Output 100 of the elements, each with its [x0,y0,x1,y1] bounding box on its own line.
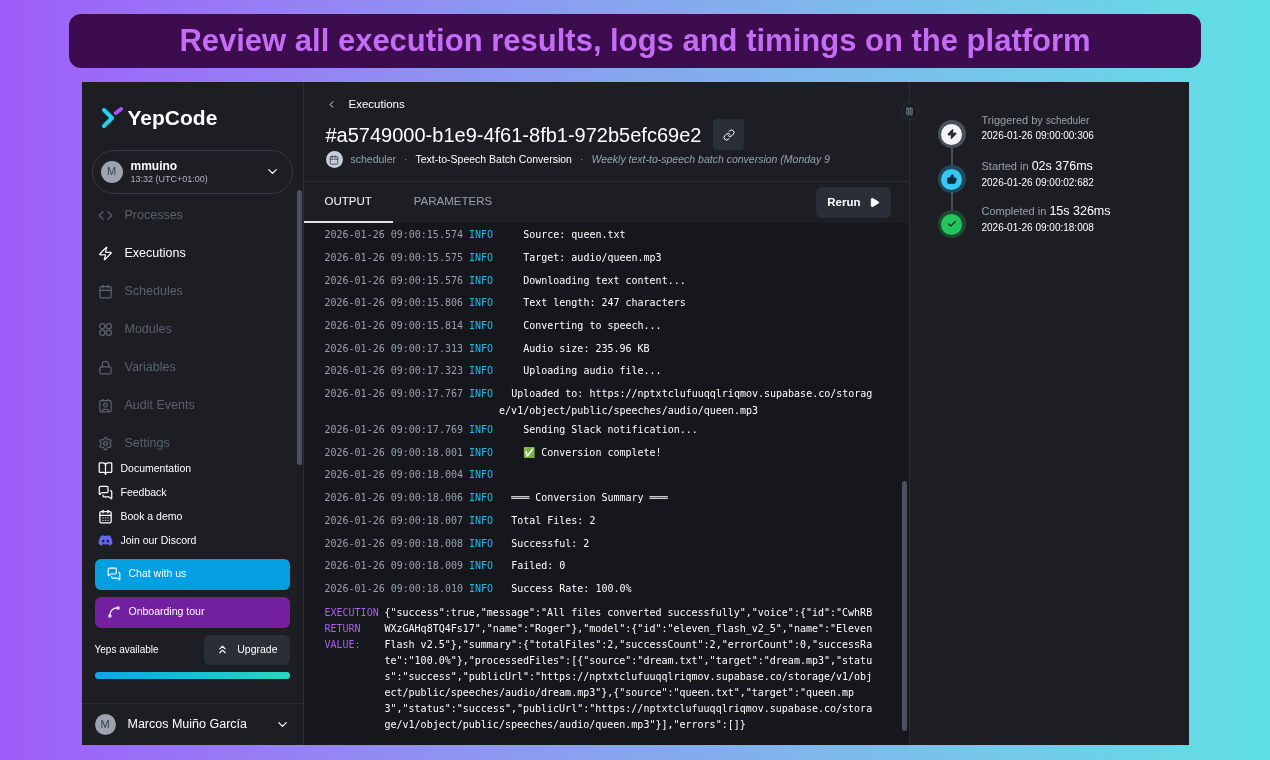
log-message: Converting to speech... [522,319,663,333]
process-name: Text-to-Speech Batch Conversion [415,151,572,167]
log-level: INFO [469,536,494,551]
user-name: Marcos Muiño García [127,716,248,734]
log-message: ✅ Conversion complete! [522,445,663,460]
rerun-button[interactable]: Rerun [816,187,891,219]
step-timestamp: 2026-01-26 09:00:02:682 [981,176,1094,190]
lightning-icon [97,246,113,262]
log-level: INFO [469,559,494,574]
calendar-icon [97,509,113,525]
log-timestamp: 2026-01-26 09:00:18.001 [324,445,463,460]
log-level: INFO [469,341,494,356]
upgrade-button[interactable]: Upgrade [204,634,290,665]
log-message: Target: audio/queen.mp3 [522,250,663,265]
link-icon [722,128,735,141]
log-timestamp: 2026-01-26 09:00:18.009 [324,559,463,574]
chat-bubbles-icon [106,567,121,582]
play-icon [868,197,880,209]
log-timestamp: 2026-01-26 09:00:15.814 [324,319,463,333]
back-link[interactable]: Executions [325,96,887,114]
tab[interactable]: PARAMETERS [392,182,514,224]
log-level: INFO [469,581,494,596]
log-message: Text length: 247 characters [522,296,687,311]
check-icon [946,219,957,229]
log-timestamp: 2026-01-26 09:00:18.004 [324,468,463,483]
log-message: Source: queen.txt [522,228,627,243]
help-link[interactable]: Feedback [97,483,303,502]
log-level: INFO [469,468,494,483]
help-link[interactable]: Book a demo [97,507,303,526]
log-level: INFO [469,513,494,528]
log-level: INFO [469,364,494,379]
avatar: M [100,160,123,183]
step-title: Triggered by scheduler [981,114,1091,128]
separator-dot: · [404,151,408,167]
thumbs-up-icon [946,174,957,184]
book-icon [97,461,113,477]
chat-bubbles-icon [97,485,113,501]
log-timestamp: 2026-01-26 09:00:18.006 [324,491,463,506]
return-value-label: EXECUTION RETURN VALUE: [324,605,380,652]
settings-icon [97,436,113,452]
log-timestamp: 2026-01-26 09:00:17.767 [324,387,463,402]
log-message: Audio size: 235.96 KB [522,341,651,356]
log-timestamp: 2026-01-26 09:00:18.007 [324,513,463,528]
banner-title: Review all execution results, logs and timings on the platform [179,21,1091,60]
calendar-icon [97,284,113,300]
onboarding-tour-button[interactable]: Onboarding tour [94,596,290,628]
log-level: INFO [469,250,494,265]
log-timestamp: 2026-01-26 09:00:17.313 [324,341,463,356]
resize-handle[interactable] [900,102,919,120]
trigger-label: scheduler [350,151,397,167]
log-timestamp: 2026-01-26 09:00:17.769 [324,423,463,438]
log-message: Successful: 2 [510,536,591,551]
step-title: Started in 02s 376ms [981,159,1094,175]
log-message: Uploaded to: https://nptxtclufuuqqlriqmov.supabase.co/storage/v1/object/public/speeches/audio/queen.mp3 [499,387,874,419]
help-link[interactable]: Join our Discord [97,531,303,550]
execution-id: #a5749000-b1e9-4f61-8fb1-972b5efc69e2 [325,122,702,148]
scheduler-icon [325,151,343,169]
log-level: INFO [469,296,494,311]
log-timestamp: 2026-01-26 09:00:18.010 [324,581,463,596]
log-level: INFO [469,273,494,288]
log-message: Success Rate: 100.0% [510,581,633,596]
log-timestamp: 2026-01-26 09:00:15.576 [324,273,463,288]
log-message: Failed: 0 [510,559,567,574]
step-timestamp: 2026-01-26 09:00:18:008 [981,221,1095,235]
avatar: M [94,714,116,735]
separator-dot: · [579,151,584,167]
log-timestamp: 2026-01-26 09:00:15.574 [324,228,463,243]
return-value-json: {"success":true,"message":"All files converted successfully","voice":{"id":"CwhRBWXzGAHq8TQ4Fs17","name":"Roger"},"model":{"id":"eleven_flash_v2_5","name":"Eleven Flash v2.5"},"summary":{"totalFiles":2,"successCount":2,"errorCount":0,"successRate":"100.0%"},"processedFiles":[{"source":"dream.txt","target":"dream.mp3","status":"success","publicUrl":"https://nptxtclufuuqqlriqmov.supabase.co/storage/v1/object/public/speeches/audio/dream.mp3"},{"source":"queen.txt","target":"queen.mp3","status":"success","publicUrl":"https://nptxtclufuuqqlriqmov.supabase.co/storage/v1/object/public/speeches/audio/queen.mp3"}],"errors":[]} [384,605,874,732]
logo-mark-icon [101,106,124,129]
log-message: ═══ Conversion Summary ═══ [510,491,669,506]
timeline-connector [950,192,953,210]
pause-icon [905,106,914,116]
log-timestamp: 2026-01-26 09:00:18.008 [324,536,463,551]
step-timestamp: 2026-01-26 09:00:00:306 [981,129,1094,143]
log-message: Downloading text content... [522,273,687,288]
log-level: INFO [469,423,494,438]
workspace-time: 13:32 (UTC+01:00) [130,173,209,185]
log-timestamp: 2026-01-26 09:00:15.806 [324,296,463,311]
step-title: Completed in 15s 326ms [981,204,1111,220]
log-level: INFO [469,491,494,506]
route-icon [106,605,121,620]
yeps-label: Yeps available [94,643,159,658]
process-description: Weekly text-to-speech batch conversion (Monday 9 [591,151,830,167]
copy-link-button[interactable] [713,119,745,151]
log-level: INFO [469,387,494,402]
log-message: Total Files: 2 [510,513,597,528]
log-timestamp: 2026-01-26 09:00:15.575 [324,250,463,265]
help-link[interactable]: Documentation [97,459,303,478]
log-level: INFO [469,445,494,460]
workspace-name: mmuino [130,158,179,174]
lightning-icon [946,129,957,139]
log-message: Sending Slack notification... [522,423,699,438]
id-card-icon [97,398,113,414]
log-level: INFO [469,228,494,243]
lock-icon [97,360,113,376]
logo-text: YepCode [127,105,218,131]
log-message: Uploading audio file... [522,364,663,379]
circles-grid-icon [97,322,113,338]
log-level: INFO [469,319,494,333]
nav-item[interactable]: Executions [97,243,287,264]
